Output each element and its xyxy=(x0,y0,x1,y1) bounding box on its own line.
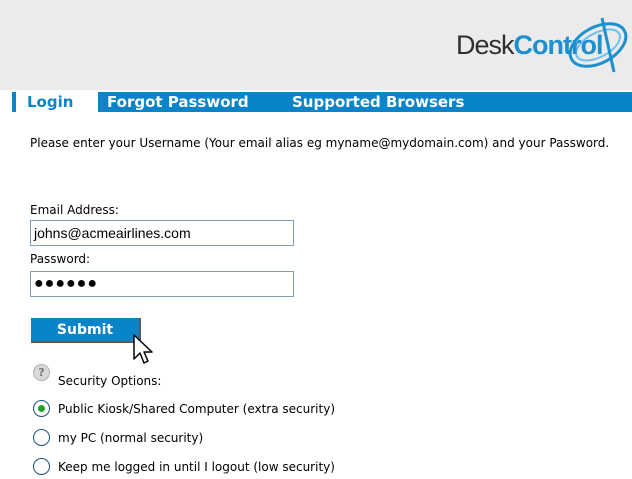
deskcontrol-logo: DeskControl xyxy=(452,14,630,76)
logo-desk-text: Desk xyxy=(456,30,515,60)
tab-forgot-password[interactable]: Forgot Password xyxy=(107,92,249,112)
email-field[interactable]: johns@acmeairlines.com xyxy=(30,220,294,246)
logo-text: DeskControl xyxy=(456,30,603,61)
security-option-label: my PC (normal security) xyxy=(58,431,204,445)
tab-supported-browsers[interactable]: Supported Browsers xyxy=(292,92,464,112)
radio-button[interactable] xyxy=(33,458,50,475)
tab-bar: Login Forgot Password Supported Browsers xyxy=(12,92,632,112)
question-mark-icon[interactable]: ? xyxy=(33,364,50,381)
mouse-cursor-icon xyxy=(133,334,153,364)
email-label: Email Address: xyxy=(30,203,119,217)
security-option-label: Keep me logged in until I logout (low se… xyxy=(58,460,335,474)
radio-button-selected[interactable] xyxy=(33,400,50,417)
radio-selected-dot xyxy=(38,405,45,412)
header-bar: DeskControl xyxy=(0,0,632,90)
submit-button[interactable]: Submit xyxy=(31,318,141,343)
radio-button[interactable] xyxy=(33,429,50,446)
tab-login[interactable]: Login xyxy=(16,92,98,112)
password-label: Password: xyxy=(30,252,91,266)
logo-control-text: Control xyxy=(513,30,604,60)
security-option-label: Public Kiosk/Shared Computer (extra secu… xyxy=(58,402,336,416)
login-instructions: Please enter your Username (Your email a… xyxy=(30,136,610,150)
security-options-label: Security Options: xyxy=(58,374,162,388)
password-field[interactable]: ●●●●●● xyxy=(30,271,294,297)
